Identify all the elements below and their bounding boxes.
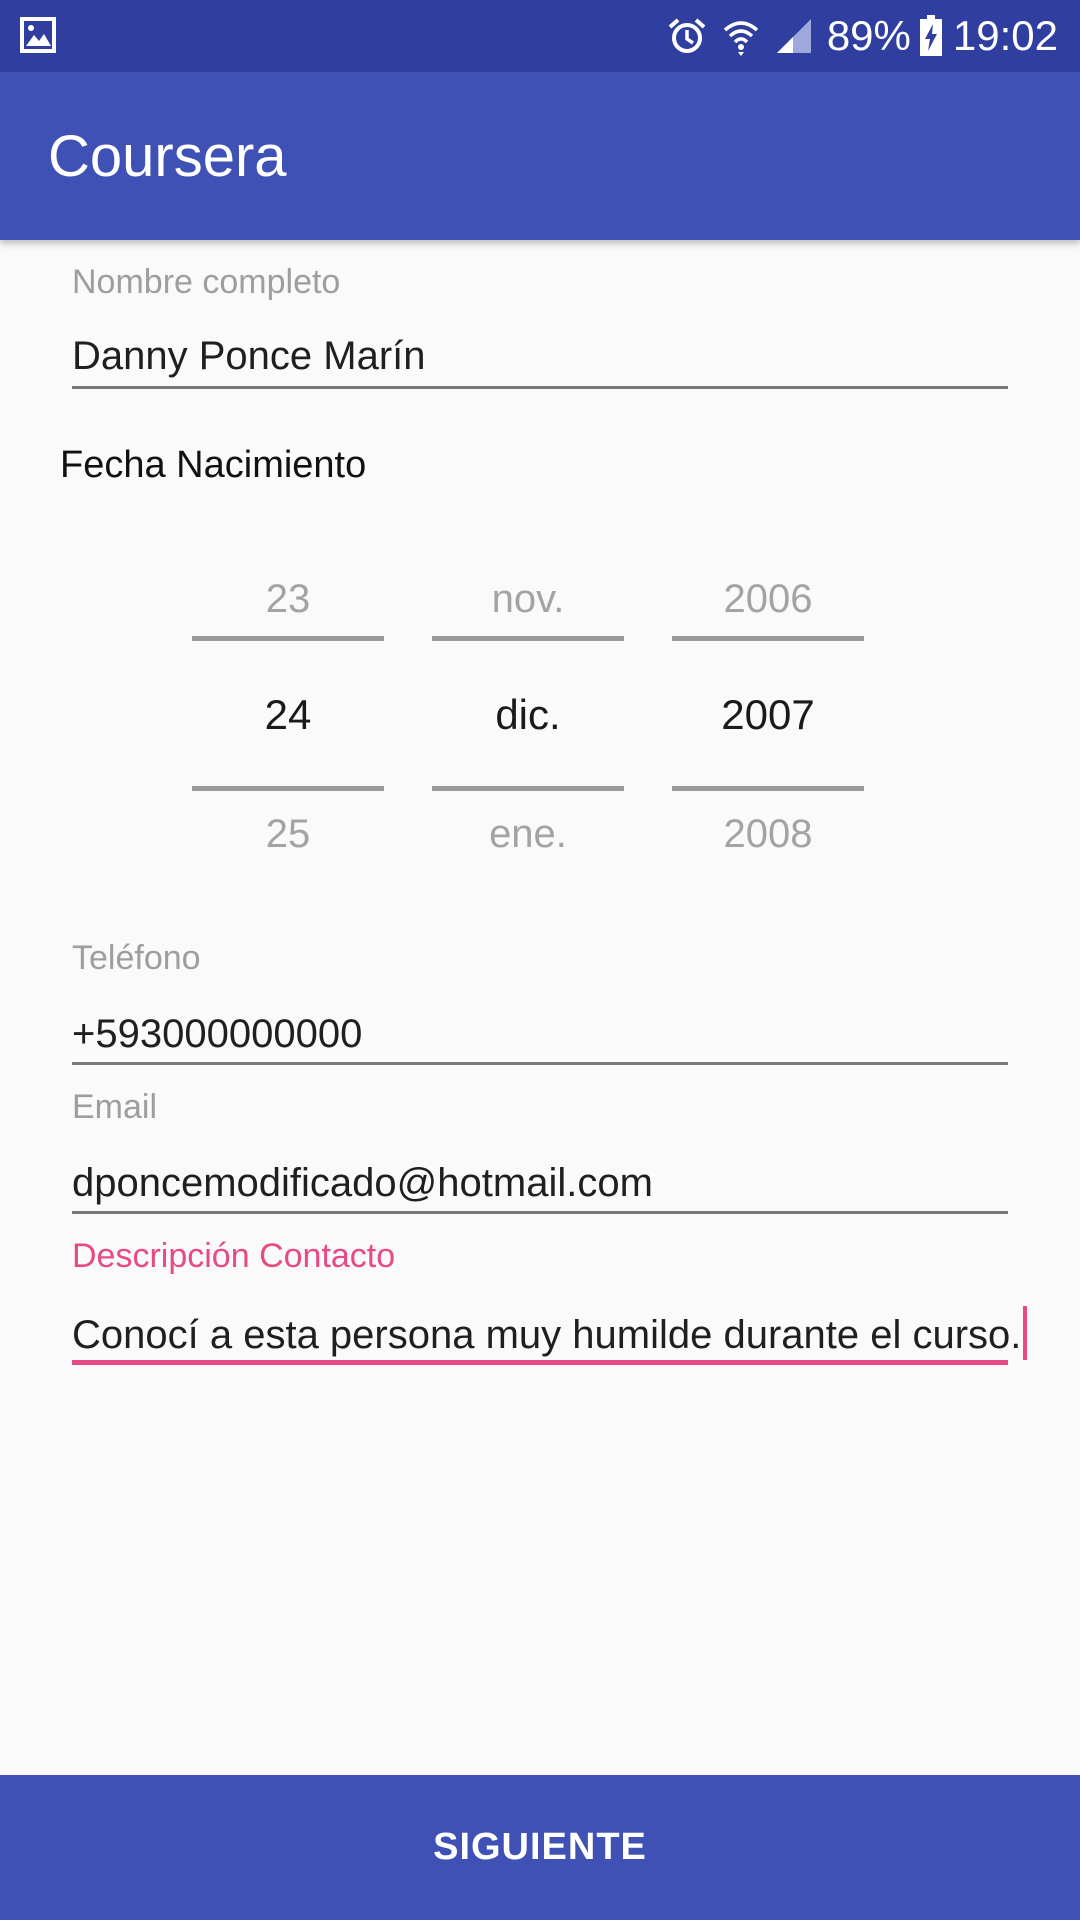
- month-current[interactable]: dic.: [432, 690, 624, 740]
- app-toolbar: Coursera: [0, 72, 1080, 240]
- full-name-label: Nombre completo: [72, 263, 341, 301]
- text-cursor: [1023, 1306, 1028, 1360]
- day-spinner[interactable]: 23 24 25: [192, 560, 384, 860]
- phone-underline: [72, 1062, 1008, 1065]
- next-button[interactable]: SIGUIENTE: [0, 1775, 1080, 1920]
- phone-field[interactable]: Teléfono +593000000000: [72, 938, 1008, 1068]
- month-next[interactable]: ene.: [432, 810, 624, 858]
- battery-charging-icon: [919, 15, 942, 56]
- full-name-underline: [72, 386, 1008, 389]
- year-divider-top: [672, 636, 864, 641]
- day-next[interactable]: 25: [192, 810, 384, 858]
- email-input[interactable]: dponcemodificado@hotmail.com: [72, 1159, 653, 1207]
- gallery-icon: [20, 17, 56, 53]
- app-title: Coursera: [48, 124, 287, 189]
- month-divider-top: [432, 636, 624, 641]
- email-underline: [72, 1211, 1008, 1214]
- year-current[interactable]: 2007: [672, 690, 864, 740]
- battery-percent: 89%: [826, 12, 911, 59]
- contact-description-input[interactable]: Conocí a esta persona muy humilde durant…: [72, 1306, 1028, 1360]
- contact-description-underline: [72, 1360, 1008, 1365]
- year-divider-bottom: [672, 786, 864, 791]
- month-divider-bottom: [432, 786, 624, 791]
- day-divider-bottom: [192, 786, 384, 791]
- phone-label: Teléfono: [72, 939, 201, 977]
- year-next[interactable]: 2008: [672, 810, 864, 858]
- alarm-icon: [668, 18, 706, 53]
- day-divider-top: [192, 636, 384, 641]
- full-name-field[interactable]: Nombre completo Danny Ponce Marín: [72, 262, 1008, 392]
- contact-description-field[interactable]: Descripción Contacto Conocí a esta perso…: [72, 1236, 1028, 1371]
- contact-description-text: Conocí a esta persona muy humilde durant…: [72, 1313, 1022, 1357]
- email-field[interactable]: Email dponcemodificado@hotmail.com: [72, 1087, 1008, 1217]
- month-prev[interactable]: nov.: [432, 575, 624, 623]
- phone-input[interactable]: +593000000000: [72, 1010, 362, 1058]
- day-current[interactable]: 24: [192, 690, 384, 740]
- clock: 19:02: [952, 12, 1058, 59]
- month-spinner[interactable]: nov. dic. ene.: [432, 560, 624, 860]
- day-prev[interactable]: 23: [192, 575, 384, 623]
- email-label: Email: [72, 1088, 158, 1126]
- contact-description-label: Descripción Contacto: [72, 1237, 396, 1275]
- full-name-input[interactable]: Danny Ponce Marín: [72, 332, 426, 380]
- year-spinner[interactable]: 2006 2007 2008: [672, 560, 864, 860]
- birth-date-label: Fecha Nacimiento: [60, 444, 367, 486]
- signal-icon: [776, 19, 811, 53]
- year-prev[interactable]: 2006: [672, 575, 864, 623]
- status-bar: 89% 19:02: [0, 0, 1080, 72]
- wifi-icon: [723, 21, 758, 56]
